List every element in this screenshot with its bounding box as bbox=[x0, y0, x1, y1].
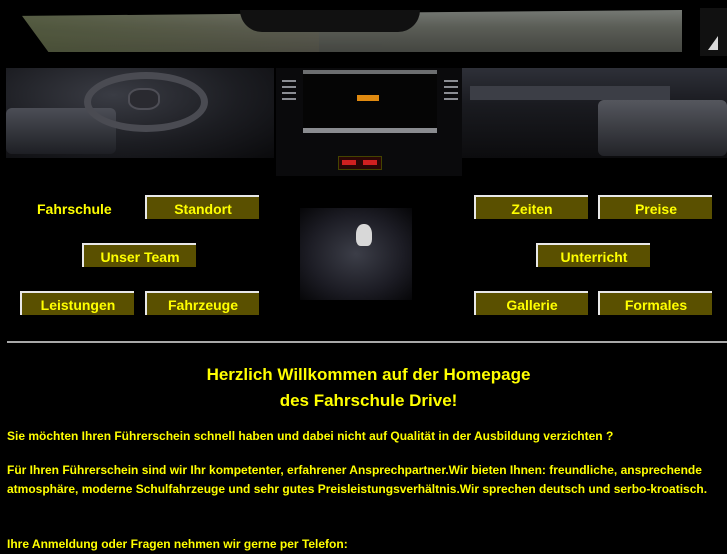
vent-slat bbox=[282, 92, 296, 94]
rearview-mirror bbox=[240, 10, 420, 32]
welcome-line-2: des Fahrschule Drive! bbox=[279, 391, 458, 410]
separator-line bbox=[7, 341, 727, 343]
welcome-heading: Herzlich Willkommen auf der Homepage des… bbox=[0, 362, 727, 414]
nav-button-unser-team[interactable]: Unser Team bbox=[82, 243, 196, 267]
vent-slat bbox=[444, 80, 458, 82]
gear-shifter-icon bbox=[300, 208, 412, 300]
intro-paragraph: Sie möchten Ihren Führerschein schnell h… bbox=[7, 429, 614, 443]
vent-slat bbox=[444, 92, 458, 94]
radio-screen bbox=[303, 70, 437, 133]
radio-display-logo bbox=[357, 95, 379, 101]
corner-triangle bbox=[708, 36, 718, 50]
nav-button-standort[interactable]: Standort bbox=[145, 195, 259, 219]
passenger-seat bbox=[598, 100, 727, 156]
vent-slat bbox=[444, 98, 458, 100]
gear-knob bbox=[356, 224, 372, 246]
header-dashboard-image bbox=[0, 0, 727, 180]
vent-slat bbox=[282, 80, 296, 82]
climate-display bbox=[338, 156, 382, 170]
vent-slat bbox=[282, 86, 296, 88]
nav-button-leistungen[interactable]: Leistungen bbox=[20, 291, 134, 315]
nav-button-formales[interactable]: Formales bbox=[598, 291, 712, 315]
nav-button-zeiten[interactable]: Zeiten bbox=[474, 195, 588, 219]
welcome-line-1: Herzlich Willkommen auf der Homepage bbox=[206, 365, 531, 384]
steering-wheel-hub bbox=[128, 88, 160, 110]
vent-slat bbox=[282, 98, 296, 100]
nav-button-gallerie[interactable]: Gallerie bbox=[474, 291, 588, 315]
about-paragraph: Für Ihren Führerschein sind wir Ihr komp… bbox=[7, 463, 708, 496]
vent-slat bbox=[444, 86, 458, 88]
nav-button-unterricht[interactable]: Unterricht bbox=[536, 243, 650, 267]
nav-button-fahrzeuge[interactable]: Fahrzeuge bbox=[145, 291, 259, 315]
glovebox bbox=[470, 86, 670, 100]
nav-label-fahrschule: Fahrschule bbox=[37, 201, 112, 217]
nav-button-preise[interactable]: Preise bbox=[598, 195, 712, 219]
